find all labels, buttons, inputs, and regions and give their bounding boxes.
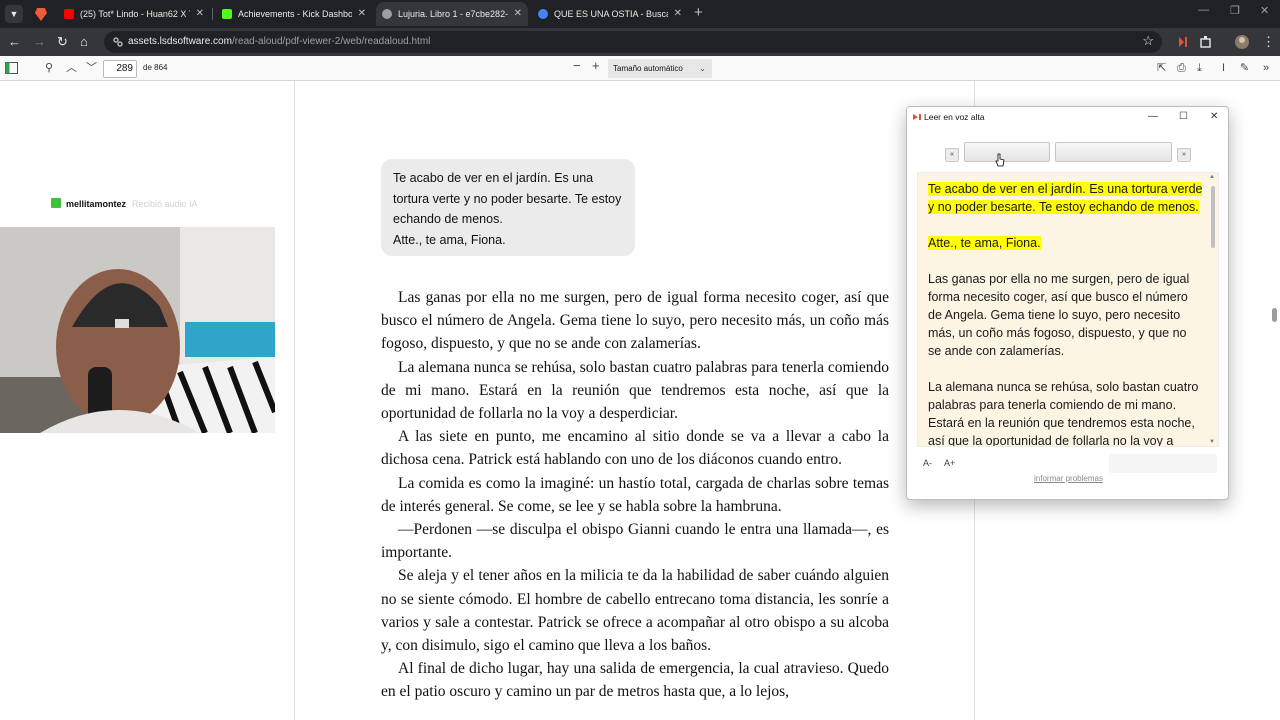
minimize-window-icon[interactable]: — — [1198, 4, 1209, 16]
read-aloud-title: Leer en voz alta — [924, 112, 985, 122]
stream-username: mellitamontez — [66, 199, 127, 209]
open-external-icon[interactable]: ⇱ — [1157, 61, 1166, 75]
maximize-icon[interactable]: ☐ — [1179, 107, 1188, 127]
tab-youtube[interactable]: (25) Tot* Lindo - Huan62 X Tokischa ✕ — [58, 2, 210, 26]
new-tab-button[interactable]: + — [694, 4, 703, 21]
download-icon[interactable]: ⤓ — [1197, 61, 1202, 75]
stop-button[interactable] — [1055, 142, 1172, 162]
tab-google-search[interactable]: QUE ES UNA OSTIA - Buscar con Google ✕ — [532, 2, 688, 26]
print-icon[interactable]: ⎙ — [1177, 61, 1186, 75]
stream-alert: mellitamontez Recibió audio IA — [51, 198, 198, 209]
increase-font-button[interactable]: A+ — [944, 458, 955, 468]
globe-icon — [382, 9, 392, 19]
close-tab-icon[interactable]: ✕ — [358, 2, 366, 26]
paragraph: La comida es como la imaginé: un hastío … — [381, 474, 889, 515]
kick-icon — [222, 9, 232, 19]
home-icon[interactable]: ⌂ — [80, 34, 88, 50]
page-number-input[interactable]: 289 — [103, 60, 137, 78]
rewind-button[interactable]: « — [945, 148, 959, 162]
read-aloud-app-icon — [913, 114, 921, 120]
bubble-signature: Atte., te ama, Fiona. — [393, 232, 506, 247]
back-icon[interactable]: ← — [8, 34, 21, 50]
reload-icon[interactable]: ↻ — [57, 34, 68, 50]
kick-icon — [51, 198, 61, 208]
pdf-toolbar: ⚲ ︿ ﹀ 289 de 864 − + Tamaño automático ⌄… — [0, 56, 1280, 81]
next-page-icon[interactable]: ﹀ — [86, 61, 97, 75]
tab-title: QUE ES UNA OSTIA - Buscar con Google — [554, 9, 668, 19]
bubble-text: Te acabo de ver en el jardín. Es una tor… — [393, 171, 622, 226]
pinned-tab[interactable] — [30, 4, 52, 24]
restore-window-icon[interactable]: ❐ — [1230, 4, 1240, 17]
forward-icon[interactable]: → — [33, 34, 46, 50]
tab-kick-dashboard[interactable]: Achievements - Kick Dashboard ✕ — [216, 2, 372, 26]
paragraph: —Perdonen —se disculpa el obispo Gianni … — [381, 521, 889, 562]
play-pause-button[interactable] — [964, 142, 1050, 162]
bookmark-star-icon[interactable]: ☆ — [1142, 33, 1154, 49]
text-cursor-icon[interactable]: I — [1222, 61, 1225, 75]
url-text: assets.lsdsoftware.com/read-aloud/pdf-vi… — [128, 36, 431, 47]
read-aloud-titlebar[interactable]: Leer en voz alta — ☐ ✕ — [907, 107, 1228, 127]
mouse-pointer-icon — [995, 153, 1005, 167]
close-tab-icon[interactable]: ✕ — [196, 2, 204, 26]
sidebar-toggle-icon[interactable] — [5, 62, 18, 74]
zoom-select[interactable]: Tamaño automático ⌄ — [608, 59, 712, 78]
voice-selector[interactable] — [1109, 454, 1217, 473]
tab-strip: ▼ (25) Tot* Lindo - Huan62 X Tokischa ✕ … — [0, 0, 1280, 28]
decrease-font-button[interactable]: A- — [923, 458, 932, 468]
webcam-feed — [0, 227, 275, 433]
paragraph: Las ganas por ella no me surgen, pero de… — [381, 289, 889, 353]
zoom-out-icon[interactable]: − — [573, 59, 581, 73]
previous-page-icon[interactable]: ︿ — [66, 61, 77, 75]
zoom-value: Tamaño automático — [613, 64, 683, 73]
site-info-icon[interactable] — [112, 36, 124, 48]
highlighted-sentence: Te acabo de ver en el jardín. Es una tor… — [928, 182, 1203, 214]
extensions-puzzle-icon[interactable] — [1198, 34, 1214, 50]
tab-title: Lujuria. Libro 1 - e7cbe282-2a65 — [398, 9, 508, 19]
url-field[interactable]: assets.lsdsoftware.com/read-aloud/pdf-vi… — [104, 31, 1162, 53]
tab-title: (25) Tot* Lindo - Huan62 X Tokischa — [80, 9, 190, 19]
forward-button[interactable]: » — [1177, 148, 1191, 162]
tab-separator — [212, 8, 213, 20]
page-count: de 864 — [143, 63, 168, 72]
tab-title: Achievements - Kick Dashboard — [238, 9, 352, 19]
webcam-image — [0, 227, 275, 433]
brave-logo-icon — [35, 8, 47, 21]
close-tab-icon[interactable]: ✕ — [674, 2, 682, 26]
minimize-icon[interactable]: — — [1148, 107, 1158, 127]
read-aloud-extension-icon[interactable] — [1175, 34, 1191, 50]
read-aloud-text-panel[interactable]: Te acabo de ver en el jardín. Es una tor… — [917, 172, 1219, 447]
scrollbar-thumb[interactable] — [1211, 186, 1215, 248]
address-bar: ← → ↻ ⌂ assets.lsdsoftware.com/read-alou… — [0, 28, 1280, 56]
google-icon — [538, 9, 548, 19]
paragraph: Se aleja y el tener años en la milicia t… — [381, 567, 889, 655]
paragraph: Al final de dicho lugar, hay una salida … — [381, 660, 889, 701]
close-icon[interactable]: ✕ — [1210, 107, 1218, 127]
text-paragraph: La alemana nunca se rehúsa, solo bastan … — [928, 380, 1199, 447]
paragraph: A las siete en punto, me encamino al sit… — [381, 428, 889, 469]
close-tab-icon[interactable]: ✕ — [514, 2, 522, 26]
zoom-in-icon[interactable]: + — [592, 59, 600, 73]
report-problems-link[interactable]: informar problemas — [907, 474, 1228, 483]
close-window-icon[interactable]: ✕ — [1260, 4, 1269, 17]
scroll-up-icon[interactable]: ▲ — [1209, 174, 1215, 180]
text-panel-scrollbar[interactable]: ▲ ▼ — [1208, 173, 1218, 446]
highlighted-sentence: Atte., te ama, Fiona. — [928, 236, 1041, 250]
more-tools-icon[interactable]: » — [1263, 61, 1269, 75]
scroll-down-icon[interactable]: ▼ — [1209, 439, 1215, 445]
browser-menu-icon[interactable]: ⋮ — [1262, 34, 1275, 50]
draw-pen-icon[interactable]: ✎ — [1240, 61, 1249, 75]
tab-search-button[interactable]: ▼ — [5, 5, 23, 23]
chevron-down-icon: ⌄ — [699, 64, 706, 73]
youtube-icon — [64, 9, 74, 19]
read-aloud-window: Leer en voz alta — ☐ ✕ « » Te acabo de v… — [906, 106, 1229, 500]
text-paragraph: Las ganas por ella no me surgen, pero de… — [928, 272, 1190, 358]
paragraph: La alemana nunca se rehúsa, solo bastan … — [381, 358, 889, 423]
message-bubble: Te acabo de ver en el jardín. Es una tor… — [381, 159, 635, 256]
find-search-icon[interactable]: ⚲ — [45, 61, 53, 75]
stream-alert-subtitle: Recibió audio IA — [132, 199, 198, 209]
book-text: Las ganas por ella no me surgen, pero de… — [381, 286, 889, 704]
viewer-scrollbar-thumb[interactable] — [1272, 308, 1277, 322]
profile-avatar-icon[interactable] — [1234, 34, 1250, 50]
tab-lujuria-pdf[interactable]: Lujuria. Libro 1 - e7cbe282-2a65 ✕ — [376, 2, 528, 26]
